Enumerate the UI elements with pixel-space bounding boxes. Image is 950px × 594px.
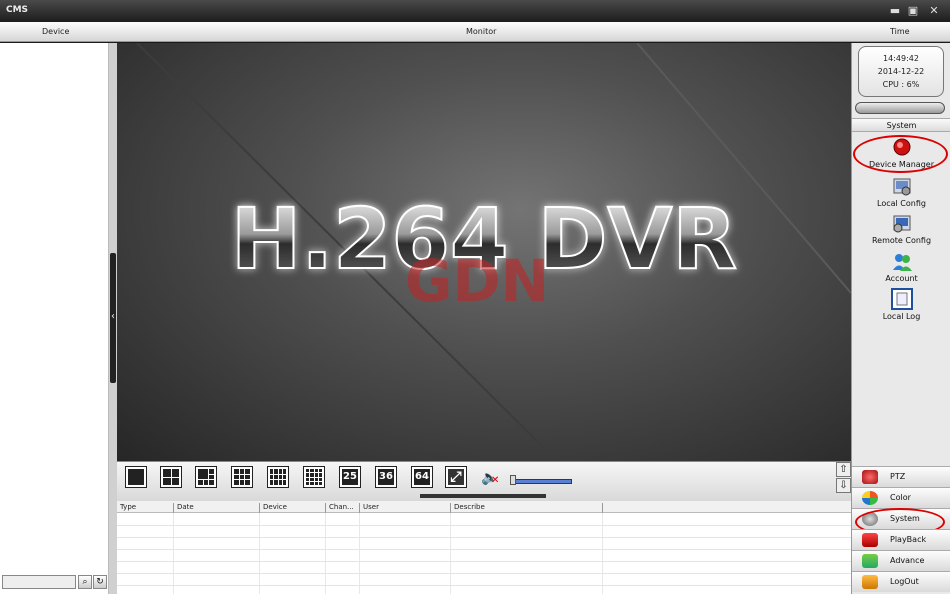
nav-color-button[interactable]: Color (852, 487, 950, 508)
right-panel: 14:49:42 2014-12-22 CPU : 6% System Devi… (851, 43, 950, 594)
local-config-label: Local Config (877, 199, 926, 208)
close-icon[interactable]: ✕ (928, 5, 940, 17)
log-col-divider (602, 503, 606, 513)
section-header: Device Monitor Time (0, 22, 950, 42)
account-icon (892, 252, 912, 272)
log-col-date[interactable]: Date (173, 503, 194, 513)
log-col-describe[interactable]: Describe (450, 503, 485, 513)
nav-ptz-label: PTZ (890, 472, 906, 481)
search-icon[interactable]: ⌕ (78, 575, 92, 589)
app-title: CMS (6, 5, 29, 15)
title-bar: CMS ▬ ▣ ✕ (0, 0, 950, 22)
scroll-up-icon[interactable]: ⇧ (836, 462, 851, 477)
remote-config-icon (892, 214, 912, 234)
clock-time: 14:49:42 (883, 54, 919, 63)
scroll-down-icon[interactable]: ⇩ (836, 478, 851, 493)
layout-6-button[interactable] (195, 466, 217, 488)
logout-icon (862, 575, 878, 589)
layout-9-button[interactable] (231, 466, 253, 488)
layout-64-button[interactable]: 64 (411, 466, 433, 488)
log-row (117, 585, 851, 586)
nav-logout-label: LogOut (890, 577, 919, 586)
toolbar-progress (420, 494, 546, 498)
time-header: Time (890, 27, 910, 36)
log-header: Type Date Device Chan... User Describe (117, 501, 851, 513)
layout-12-button[interactable] (267, 466, 289, 488)
log-col-device[interactable]: Device (259, 503, 287, 513)
video-view[interactable]: H.264 DVR GDN (117, 43, 851, 461)
local-config-icon (892, 177, 912, 197)
layout-4-button[interactable] (160, 466, 182, 488)
device-header: Device (42, 27, 70, 36)
status-clock: 14:49:42 2014-12-22 CPU : 6% (858, 46, 944, 97)
log-row (117, 549, 851, 550)
nav-logout-button[interactable]: LogOut (852, 571, 950, 592)
watermark: GDN (405, 247, 549, 315)
local-log-label: Local Log (882, 312, 921, 321)
fullscreen-icon[interactable]: ⤢ (445, 466, 467, 488)
clock-date: 2014-12-22 (877, 67, 925, 76)
nav-playback-label: PlayBack (890, 535, 927, 544)
refresh-icon[interactable]: ↻ (93, 575, 107, 589)
log-col-user[interactable]: User (359, 503, 379, 513)
local-config-item[interactable]: Local Config (852, 177, 950, 208)
log-col-channel[interactable]: Chan... (325, 503, 354, 513)
cpu-usage: CPU : 6% (882, 80, 920, 89)
video-splash: H.264 DVR GDN (136, 43, 851, 461)
event-log-table: Type Date Device Chan... User Describe (117, 501, 851, 594)
scroll-arrows: ⇧ ⇩ (836, 462, 851, 494)
log-row (117, 561, 851, 562)
remote-config-item[interactable]: Remote Config (852, 214, 950, 245)
restore-icon[interactable]: ▣ (907, 5, 919, 17)
nav-color-label: Color (890, 493, 911, 502)
account-label: Account (885, 274, 918, 283)
nav-advance-button[interactable]: Advance (852, 550, 950, 571)
advance-icon (862, 554, 878, 568)
collapse-arrow-icon[interactable]: ‹ (109, 308, 117, 326)
panel-splitter[interactable]: ‹ (109, 43, 117, 594)
system-heading: System (852, 118, 950, 132)
panel-toggle-bar[interactable] (855, 102, 945, 114)
log-row (117, 525, 851, 526)
nav-advance-label: Advance (890, 556, 925, 565)
log-row (117, 573, 851, 574)
layout-36-button[interactable]: 36 (375, 466, 397, 488)
monitor-header: Monitor (466, 27, 497, 36)
nav-ptz-button[interactable]: PTZ (852, 466, 950, 487)
ptz-icon (862, 470, 878, 484)
nav-playback-button[interactable]: PlayBack (852, 529, 950, 550)
playback-icon (862, 533, 878, 547)
volume-slider[interactable] (512, 479, 572, 484)
volume-knob[interactable] (510, 475, 516, 485)
account-item[interactable]: Account (852, 252, 950, 283)
mute-icon[interactable]: 🔈 ✕ (481, 468, 503, 488)
local-log-icon (890, 288, 913, 310)
device-tree-panel[interactable]: ⌕ ↻ (0, 43, 109, 594)
minimize-icon[interactable]: ▬ (889, 5, 901, 17)
color-icon (862, 491, 878, 505)
layout-1-button[interactable] (125, 466, 147, 488)
local-log-item[interactable]: Local Log (852, 288, 950, 321)
remote-config-label: Remote Config (871, 236, 932, 245)
highlight-oval (853, 135, 948, 173)
layout-16-button[interactable] (303, 466, 325, 488)
layout-25-button[interactable]: 25 (339, 466, 361, 488)
view-toolbar: 25 36 64 ⤢ 🔈 ✕ (117, 461, 851, 501)
device-search-input[interactable] (2, 575, 76, 589)
log-col-type[interactable]: Type (117, 503, 136, 513)
log-row (117, 537, 851, 538)
